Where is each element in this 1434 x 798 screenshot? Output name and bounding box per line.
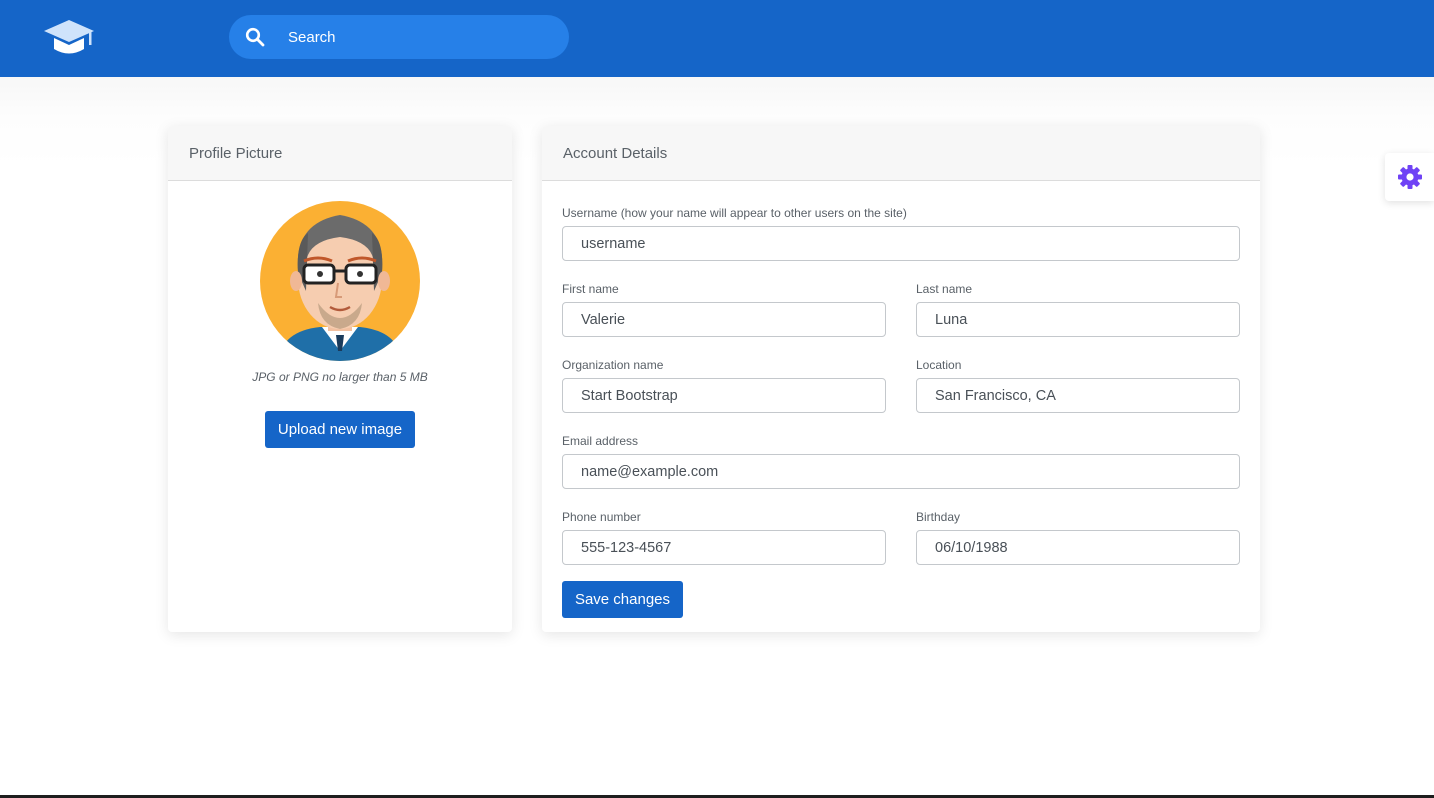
profile-picture-card: Profile Picture JPG or PNG no larger tha… — [168, 126, 512, 632]
organization-label: Organization name — [562, 358, 664, 372]
email-label: Email address — [562, 434, 639, 448]
search-bar — [229, 15, 569, 59]
organization-field[interactable] — [562, 378, 886, 413]
profile-card-title: Profile Picture — [168, 126, 512, 181]
username-label: Username (how your name will appear to o… — [562, 206, 907, 220]
image-format-hint: JPG or PNG no larger than 5 MB — [252, 370, 428, 384]
gear-icon[interactable] — [1397, 164, 1423, 190]
account-details-card: Account Details Username (how your name … — [542, 126, 1260, 632]
phone-label: Phone number — [562, 510, 641, 524]
phone-field[interactable] — [562, 530, 886, 565]
last-name-label: Last name — [916, 282, 973, 296]
top-navbar — [0, 0, 1434, 77]
upload-image-button[interactable]: Upload new image — [265, 411, 415, 448]
location-label: Location — [916, 358, 962, 372]
first-name-field[interactable] — [562, 302, 886, 337]
email-field[interactable] — [562, 454, 1240, 489]
save-changes-button[interactable]: Save changes — [562, 581, 683, 618]
location-field[interactable] — [916, 378, 1240, 413]
settings-toggle[interactable] — [1385, 153, 1434, 201]
last-name-field[interactable] — [916, 302, 1240, 337]
birthday-field[interactable] — [916, 530, 1240, 565]
search-icon[interactable] — [245, 27, 265, 47]
account-card-title: Account Details — [542, 126, 1260, 181]
username-field[interactable] — [562, 226, 1240, 261]
birthday-label: Birthday — [916, 510, 961, 524]
search-input[interactable] — [288, 15, 558, 59]
avatar — [260, 201, 420, 361]
graduation-cap-icon[interactable] — [44, 18, 94, 58]
first-name-label: First name — [562, 282, 619, 296]
